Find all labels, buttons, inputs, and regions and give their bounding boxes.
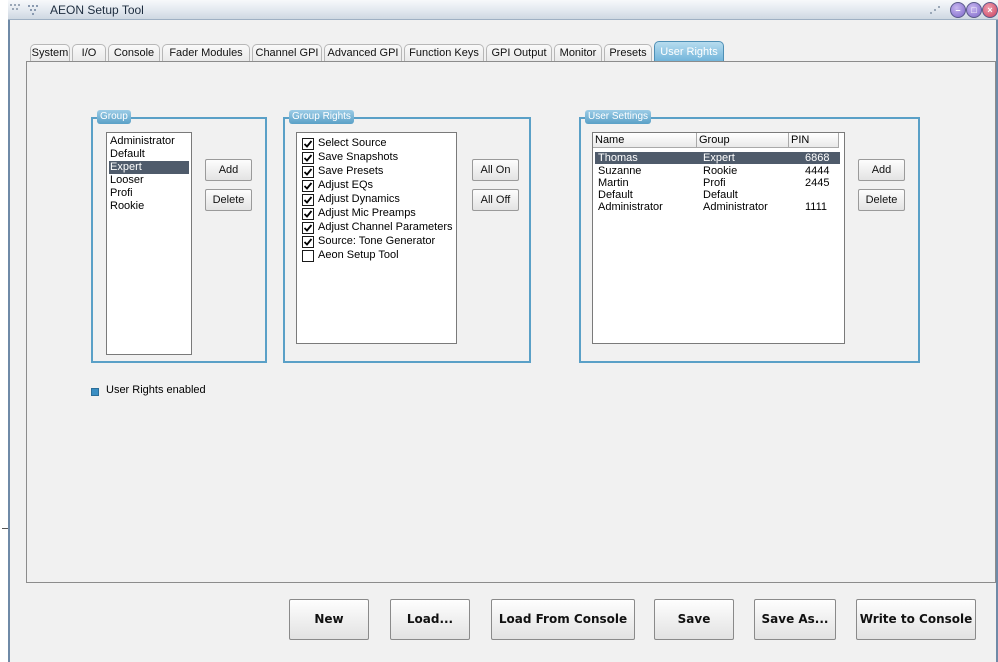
all-off-button[interactable]: All Off: [472, 189, 519, 211]
user-rights-enabled-checkbox[interactable]: [91, 388, 99, 396]
column-header-name[interactable]: Name: [593, 133, 697, 148]
user-group-cell: Expert: [703, 152, 735, 164]
new-button[interactable]: New: [289, 599, 369, 640]
tab-monitor[interactable]: Monitor: [554, 44, 602, 62]
checkmark-icon: [303, 140, 313, 148]
edge-tick: [2, 528, 8, 529]
user-name-cell: Administrator: [598, 201, 663, 213]
list-item[interactable]: Default: [109, 148, 189, 161]
rights-checkbox-adjust-channel-parameters[interactable]: [302, 222, 314, 234]
user-pin-cell: 4444: [805, 165, 830, 177]
user-rights-enabled-label: User Rights enabled: [106, 384, 206, 396]
checkmark-icon: [303, 238, 313, 246]
tab-presets[interactable]: Presets: [604, 44, 652, 62]
user-group-cell: Profi: [703, 177, 726, 189]
user-group-cell: Rookie: [703, 165, 738, 177]
save-button[interactable]: Save: [654, 599, 734, 640]
rights-label: Adjust Dynamics: [318, 193, 400, 205]
group-rights-panel-title: Group Rights: [289, 110, 354, 124]
user-name-cell: Thomas: [598, 152, 638, 164]
list-item-selected[interactable]: Expert: [109, 161, 189, 174]
table-row-selected[interactable]: Thomas Expert 6868: [595, 152, 840, 164]
tab-fader-modules[interactable]: Fader Modules: [162, 44, 250, 62]
group-panel-title: Group: [97, 110, 131, 124]
rights-checkbox-aeon-setup-tool[interactable]: [302, 250, 314, 262]
group-delete-button[interactable]: Delete: [205, 189, 252, 211]
rights-label: Save Snapshots: [318, 151, 399, 163]
minimize-icon: –: [955, 5, 961, 15]
column-header-group[interactable]: Group: [697, 133, 789, 148]
user-settings-panel-title: User Settings: [585, 110, 652, 124]
rights-label: Source: Tone Generator: [318, 235, 436, 247]
rights-label: Adjust Channel Parameters: [318, 221, 453, 233]
tab-io[interactable]: I/O: [72, 44, 106, 62]
table-row[interactable]: Suzanne Rookie 4444: [595, 165, 840, 177]
tab-advanced-gpi[interactable]: Advanced GPI: [324, 44, 402, 62]
close-icon: ×: [987, 5, 993, 15]
app-icon: [26, 3, 44, 16]
user-add-button[interactable]: Add: [858, 159, 905, 181]
title-bar[interactable]: AEON Setup Tool – □ ×: [8, 0, 998, 20]
table-row[interactable]: Administrator Administrator 1111: [595, 201, 840, 213]
rights-checkbox-save-presets[interactable]: [302, 166, 314, 178]
rights-checkbox-tone-generator[interactable]: [302, 236, 314, 248]
window-controls: – □ ×: [928, 2, 998, 18]
maximize-button[interactable]: □: [966, 2, 982, 18]
checkmark-icon: [303, 224, 313, 232]
checkmark-icon: [303, 210, 313, 218]
tab-system[interactable]: System: [30, 44, 70, 62]
checkmark-icon: [303, 196, 313, 204]
load-from-console-button[interactable]: Load From Console: [491, 599, 635, 640]
all-on-button[interactable]: All On: [472, 159, 519, 181]
rights-label: Aeon Setup Tool: [318, 249, 399, 261]
table-row[interactable]: Martin Profi 2445: [595, 177, 840, 189]
load-button[interactable]: Load...: [390, 599, 470, 640]
list-item[interactable]: Rookie: [109, 200, 189, 213]
rights-checklist: Select Source Save Snapshots Save Preset…: [296, 132, 457, 344]
window-grip-icon: [8, 2, 24, 14]
user-name-cell: Suzanne: [598, 165, 642, 177]
checkmark-icon: [303, 182, 313, 190]
rights-checkbox-adjust-dynamics[interactable]: [302, 194, 314, 206]
user-pin-cell: 2445: [805, 177, 830, 189]
user-pin-cell: 6868: [805, 152, 830, 164]
tab-user-rights[interactable]: User Rights: [654, 41, 724, 62]
list-item[interactable]: Administrator: [109, 135, 189, 148]
tab-channel-gpi[interactable]: Channel GPI: [252, 44, 322, 62]
user-name-cell: Default: [598, 189, 633, 201]
user-delete-button[interactable]: Delete: [858, 189, 905, 211]
list-item[interactable]: Profi: [109, 187, 189, 200]
checkmark-icon: [303, 168, 313, 176]
list-item[interactable]: Looser: [109, 174, 189, 187]
user-pin-cell: 1111: [805, 201, 828, 213]
save-as-button[interactable]: Save As...: [754, 599, 836, 640]
tab-function-keys[interactable]: Function Keys: [404, 44, 484, 62]
user-group-cell: Default: [703, 189, 738, 201]
minimize-button[interactable]: –: [950, 2, 966, 18]
checkmark-icon: [303, 154, 313, 162]
rights-checkbox-save-snapshots[interactable]: [302, 152, 314, 164]
window-title: AEON Setup Tool: [50, 3, 144, 17]
maximize-icon: □: [971, 5, 977, 15]
rights-checkbox-select-source[interactable]: [302, 138, 314, 150]
user-name-cell: Martin: [598, 177, 629, 189]
tab-console[interactable]: Console: [108, 44, 160, 62]
write-to-console-button[interactable]: Write to Console: [856, 599, 976, 640]
group-listbox[interactable]: Administrator Default Expert Looser Prof…: [106, 132, 192, 355]
close-button[interactable]: ×: [982, 2, 998, 18]
rights-label: Adjust EQs: [318, 179, 374, 191]
rights-label: Select Source: [318, 137, 387, 149]
tab-gpi-output[interactable]: GPI Output: [486, 44, 552, 62]
rights-checkbox-adjust-mic-preamps[interactable]: [302, 208, 314, 220]
rights-checkbox-adjust-eqs[interactable]: [302, 180, 314, 192]
rights-label: Adjust Mic Preamps: [318, 207, 416, 219]
user-group-cell: Administrator: [703, 201, 768, 213]
column-header-pin[interactable]: PIN: [789, 133, 839, 148]
table-row[interactable]: Default Default: [595, 189, 840, 201]
group-add-button[interactable]: Add: [205, 159, 252, 181]
user-grid[interactable]: Name Group PIN Thomas Expert 6868 Suzann…: [592, 132, 845, 344]
rights-label: Save Presets: [318, 165, 384, 177]
resize-grip-icon: [928, 4, 946, 16]
tab-strip: System I/O Console Fader Modules Channel…: [30, 41, 724, 62]
